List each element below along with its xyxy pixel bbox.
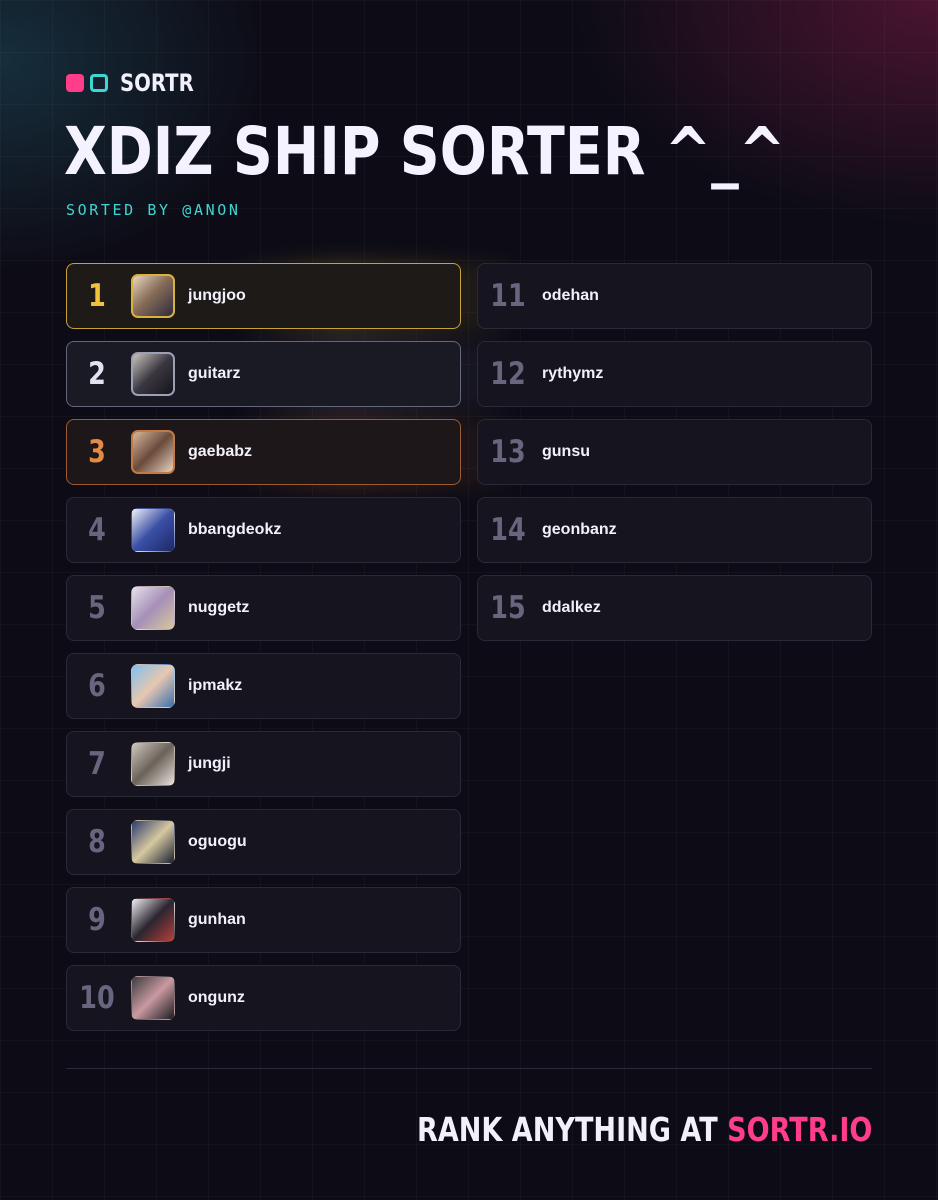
ship-thumbnail-image (131, 820, 175, 864)
ship-thumbnail-image (131, 352, 175, 396)
rank-row-14: 14 geonbanz (477, 497, 872, 563)
ship-name: guitarz (188, 365, 241, 382)
ship-name: gaebabz (188, 443, 253, 460)
ship-name: oguogu (188, 833, 247, 850)
rank-number: 1 (88, 278, 106, 314)
rank-row-12: 12 rythymz (477, 341, 872, 407)
ship-thumbnail-image (131, 274, 175, 318)
ship-name: geonbanz (542, 521, 617, 538)
ship-thumbnail-image (131, 430, 175, 474)
rank-row-9: 9 gunhan (66, 887, 461, 953)
ship-name: bbangdeokz (188, 521, 282, 538)
rank-number: 2 (88, 356, 106, 392)
rank-row-13: 13 gunsu (477, 419, 872, 485)
rank-row-4: 4 bbangdeokz (66, 497, 461, 563)
rank-number: 4 (88, 512, 106, 548)
rank-row-6: 6 ipmakz (66, 653, 461, 719)
rank-number: 13 (490, 434, 526, 470)
rank-number: 9 (88, 902, 106, 938)
ship-name: jungjoo (188, 287, 246, 304)
rank-row-10: 10 ongunz (66, 965, 461, 1031)
rank-number: 10 (79, 980, 115, 1016)
divider (66, 1068, 872, 1069)
sorted-by-label: SORTED BY @ANON (66, 201, 241, 219)
ship-name: jungji (188, 755, 231, 772)
ship-thumbnail-image (131, 508, 175, 552)
ship-name: ddalkez (542, 599, 601, 616)
ship-name: rythymz (542, 365, 604, 382)
rank-number: 15 (490, 590, 526, 626)
brand-name: SORTR (120, 69, 194, 97)
rank-number: 14 (490, 512, 526, 548)
ship-thumbnail-image (131, 742, 175, 786)
rank-number: 8 (88, 824, 106, 860)
logo-pink-square-icon (66, 74, 84, 92)
ship-thumbnail-image (131, 586, 175, 630)
ship-name: ipmakz (188, 677, 243, 694)
rank-row-3: 3 gaebabz (66, 419, 461, 485)
ship-name: gunsu (542, 443, 590, 460)
rank-number: 3 (88, 434, 106, 470)
footer-link[interactable]: SORTR.IO (727, 1110, 872, 1149)
ship-name: nuggetz (188, 599, 250, 616)
ship-name: odehan (542, 287, 599, 304)
rank-row-2: 2 guitarz (66, 341, 461, 407)
rank-number: 5 (88, 590, 106, 626)
rank-row-5: 5 nuggetz (66, 575, 461, 641)
ship-thumbnail-image (131, 664, 175, 708)
rank-number: 11 (490, 278, 526, 314)
page-title: XDIZ SHIP SORTER ^_^ (64, 113, 786, 190)
rank-row-7: 7 jungji (66, 731, 461, 797)
footer-cta: RANK ANYTHING AT SORTR.IO (417, 1110, 872, 1156)
rank-row-8: 8 oguogu (66, 809, 461, 875)
rank-number: 7 (88, 746, 106, 782)
logo-teal-square-icon (90, 74, 108, 92)
rank-row-11: 11 odehan (477, 263, 872, 329)
rank-row-15: 15 ddalkez (477, 575, 872, 641)
rank-row-1: 1 jungjoo (66, 263, 461, 329)
ship-name: ongunz (188, 989, 245, 1006)
ship-name: gunhan (188, 911, 246, 928)
brand-logo: SORTR (66, 68, 210, 98)
rank-number: 12 (490, 356, 526, 392)
ship-thumbnail-image (131, 976, 175, 1020)
ship-thumbnail-image (131, 898, 175, 942)
rank-number: 6 (88, 668, 106, 704)
footer-text: RANK ANYTHING AT (416, 1110, 727, 1149)
